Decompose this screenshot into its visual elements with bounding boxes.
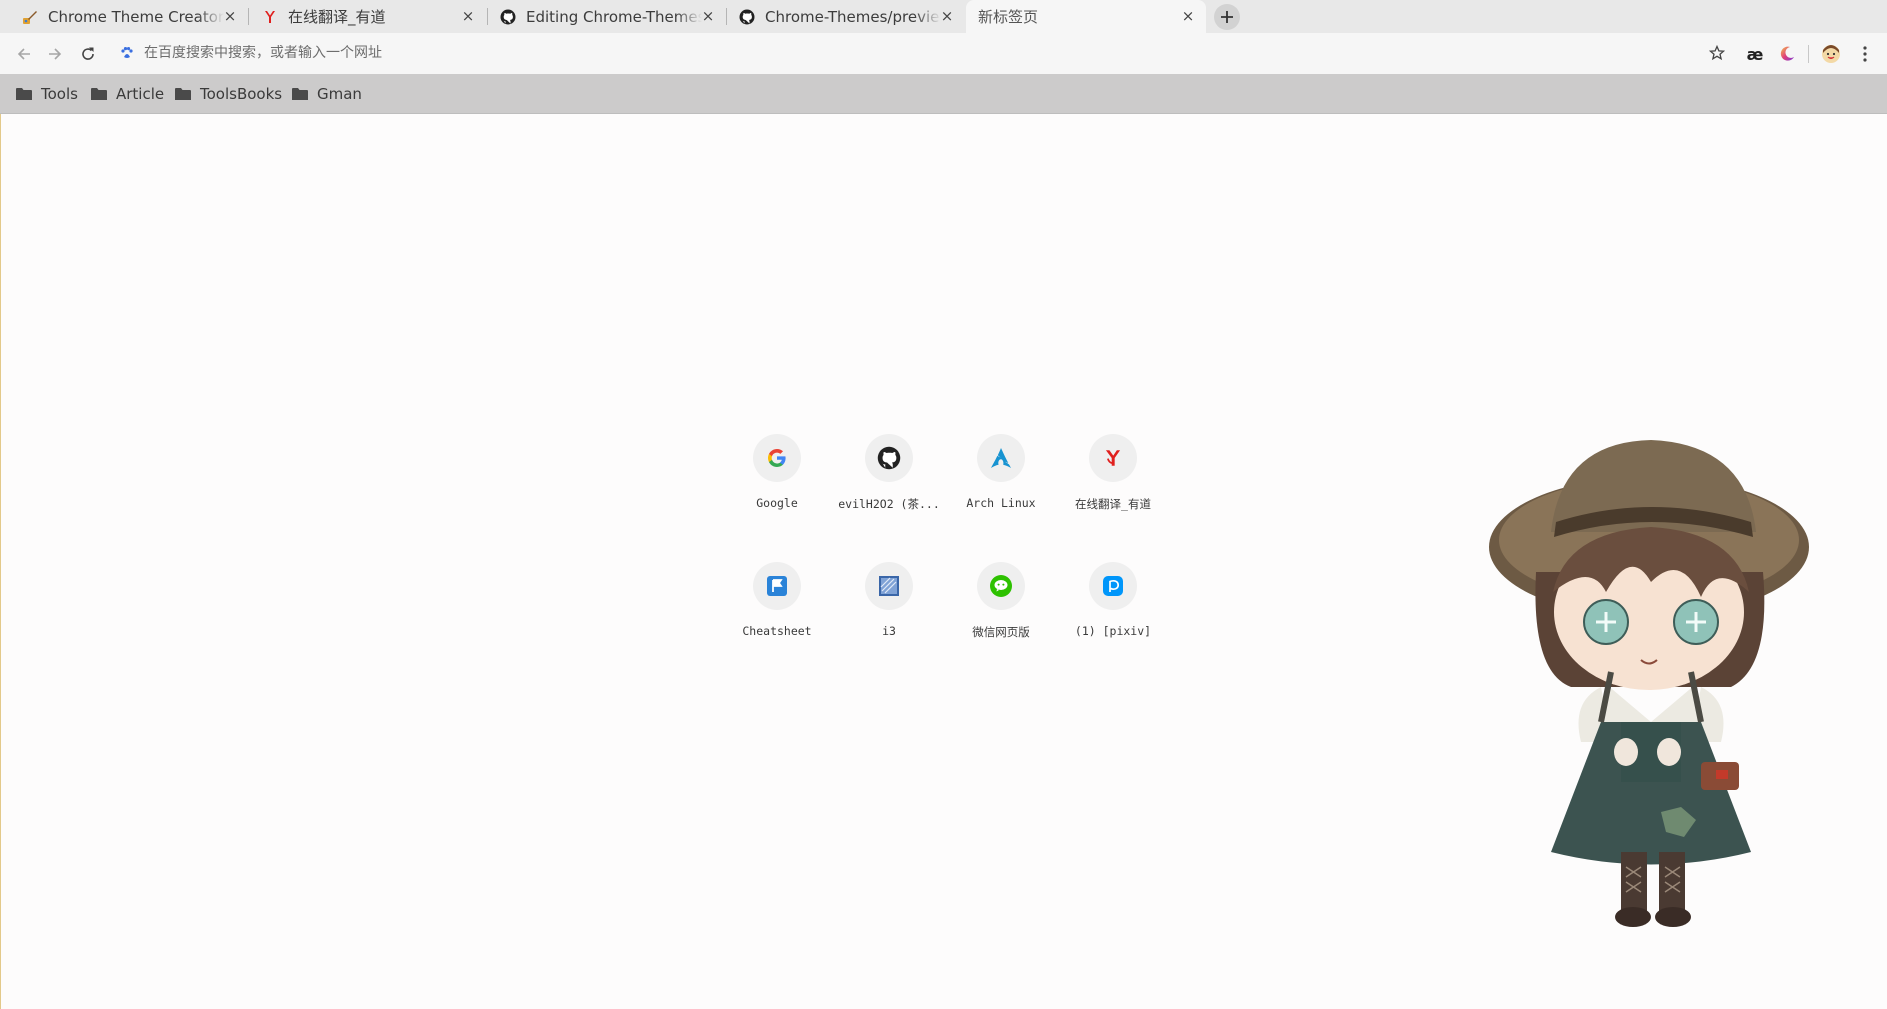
bookmark-folder-gman[interactable]: Gman [292, 82, 362, 106]
shortcut-tile-arch-linux[interactable]: Arch Linux [945, 418, 1057, 530]
close-tab-icon[interactable]: × [1180, 8, 1196, 24]
folder-icon [91, 88, 107, 100]
close-tab-icon[interactable]: × [939, 8, 955, 24]
i3-icon [865, 562, 913, 610]
new-tab-page: Google evilH2O2 (茶... Arch Linux 在线翻译_有道 [0, 114, 1887, 1009]
tab-title: Chrome-Themes/preview.p [765, 7, 941, 26]
tab-title: 在线翻译_有道 [288, 8, 386, 26]
bookmark-folder-tools[interactable]: Tools [16, 82, 78, 106]
dark-mode-moon-icon[interactable] [1776, 43, 1798, 65]
close-tab-icon[interactable]: × [460, 8, 476, 24]
github-icon [865, 434, 913, 482]
shortcut-tile-youdao[interactable]: 在线翻译_有道 [1057, 418, 1169, 530]
toolbar: æ [0, 33, 1887, 74]
shortcut-label: Cheatsheet [742, 624, 812, 638]
forward-button[interactable] [43, 42, 67, 66]
shortcut-label: 在线翻译_有道 [1075, 497, 1151, 511]
toolbar-separator [1808, 45, 1809, 63]
shortcut-tile-i3[interactable]: i3 [833, 546, 945, 658]
omnibox[interactable] [110, 37, 1738, 68]
folder-icon [292, 88, 308, 100]
shortcut-label: (1) [pixiv] [1074, 624, 1152, 638]
ae-extension-label: æ [1746, 44, 1764, 64]
new-tab-button[interactable] [1214, 4, 1240, 30]
google-icon [753, 434, 801, 482]
plus-icon [1221, 11, 1233, 23]
shortcut-label: evilH2O2 (茶... [838, 497, 940, 511]
tab-chrome-themes-preview[interactable]: Chrome-Themes/preview.p × [717, 0, 965, 33]
shortcut-tile-pixiv[interactable]: (1) [pixiv] [1057, 546, 1169, 658]
omnibox-input[interactable] [144, 44, 1544, 61]
bookmark-folder-toolsbooks[interactable]: ToolsBooks [175, 82, 282, 106]
bookmark-folder-article[interactable]: Article [91, 82, 164, 106]
tab-editing-chrome-themes[interactable]: Editing Chrome-Themes/RE × [478, 0, 726, 33]
kebab-menu-icon[interactable] [1854, 43, 1876, 65]
arch-linux-icon [977, 434, 1025, 482]
shortcut-tile-evilh2o2[interactable]: evilH2O2 (茶... [833, 418, 945, 530]
bookmark-label: Gman [317, 85, 362, 103]
browser-window: Chrome Theme Creator - Ch × 在线翻译_有道 × Ed… [0, 0, 1887, 1009]
pixiv-icon [1089, 562, 1137, 610]
bookmark-label: Article [116, 85, 165, 103]
theme-background-character [1489, 440, 1809, 927]
tab-chrome-theme-creator[interactable]: Chrome Theme Creator - Ch × [0, 0, 248, 33]
baidu-paw-icon [119, 45, 135, 61]
bookmark-label: ToolsBooks [200, 85, 283, 103]
folder-icon [16, 88, 32, 100]
tab-new-tab[interactable]: 新标签页 × [966, 0, 1206, 33]
tab-title: Chrome Theme Creator - Ch [48, 7, 224, 26]
profile-avatar[interactable] [1820, 43, 1842, 65]
shortcut-tile-cheatsheet[interactable]: Cheatsheet [721, 546, 833, 658]
ae-extension[interactable]: æ [1744, 43, 1766, 65]
tab-youdao[interactable]: 在线翻译_有道 × [238, 0, 486, 33]
bookmark-label: Tools [41, 85, 78, 103]
tab-title: Editing Chrome-Themes/RE [526, 7, 702, 26]
tab-strip: Chrome Theme Creator - Ch × 在线翻译_有道 × Ed… [0, 0, 1887, 33]
reload-button[interactable] [76, 42, 100, 66]
shortcut-label: Google [756, 496, 798, 510]
reload-icon [82, 47, 94, 60]
shortcut-label: i3 [882, 624, 896, 638]
shortcut-label: 微信网页版 [972, 625, 1030, 639]
back-button[interactable] [12, 42, 36, 66]
forward-arrow-icon [49, 48, 62, 60]
youdao-icon [262, 9, 278, 25]
star-icon[interactable] [1708, 44, 1726, 62]
shortcut-label: Arch Linux [966, 496, 1036, 510]
shortcut-tile-google[interactable]: Google [721, 418, 833, 530]
back-arrow-icon [17, 48, 30, 60]
tab-title: 新标签页 [978, 8, 1039, 26]
close-tab-icon[interactable]: × [222, 8, 238, 24]
youdao-icon [1089, 434, 1137, 482]
wechat-icon [977, 562, 1025, 610]
paintbrush-icon [22, 9, 38, 25]
close-tab-icon[interactable]: × [700, 8, 716, 24]
cheatsheet-icon [753, 562, 801, 610]
folder-icon [175, 88, 191, 100]
bookmarks-bar: Tools Article ToolsBooks Gman [0, 74, 1887, 114]
github-icon [739, 9, 755, 25]
github-icon [500, 9, 516, 25]
shortcut-tile-wechat[interactable]: 微信网页版 [945, 546, 1057, 658]
